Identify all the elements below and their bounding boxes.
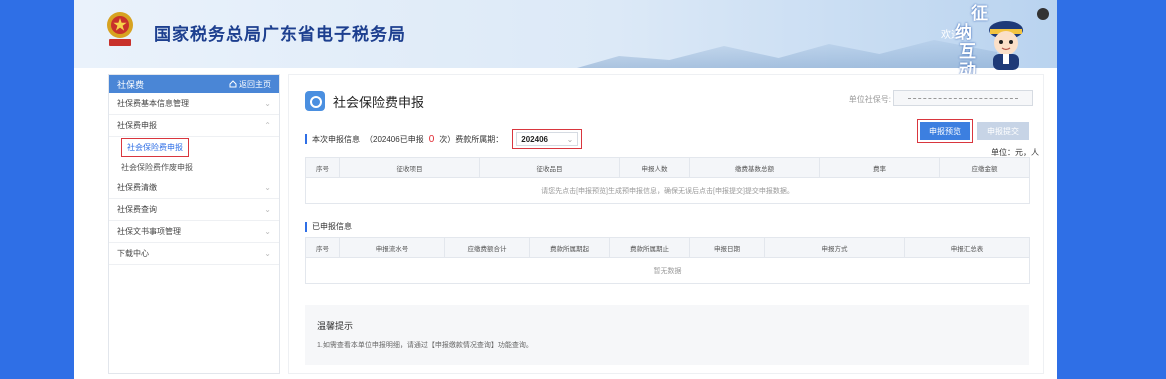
sidebar-subitem-void-declaration[interactable]: 社会保险费作废申报 [109,157,279,177]
column-header: 申报汇总表 [904,237,1030,258]
sidebar-item-declaration[interactable]: 社保费申报 ⌃ [109,115,279,137]
period-select-highlight: 202406 ⌄ [512,129,583,149]
sidebar-item-label: 下载中心 [117,249,149,258]
column-header: 申报人数 [619,157,690,178]
main-content: 社会保险费申报 单位社保号: 申报预览 申报提交 本次申报信息 （202406已… [288,74,1044,374]
tips-panel: 温馨提示 1.如需查看本单位申报明细，请通过【申报缴款情况查询】功能查询。 [305,305,1029,365]
page-header: 社会保险费申报 [305,91,424,111]
summary-prefix: （202406已申报 [365,134,424,144]
tax-officer-mascot-icon[interactable] [981,16,1031,72]
table-row: 暂无数据 [305,257,1030,284]
chevron-down-icon: ⌄ [264,227,271,236]
browser-frame: 国家税务总局广东省电子税务局 欢迎 征 纳 互 动 社保费 返回主页 社保费基本… [74,0,1057,379]
national-emblem-icon [107,12,133,46]
close-icon[interactable] [1037,8,1049,20]
sidebar-subitem-social-insurance-declaration[interactable]: 社会保险费申报 [109,137,279,157]
sidebar-item-payment[interactable]: 社保费清缴 ⌄ [109,177,279,199]
current-declaration-section: 本次申报信息 （202406已申报 0 次）费款所属期： 202406 ⌄ [305,129,583,149]
chevron-down-icon: ⌄ [264,205,271,214]
section-marker [305,221,307,232]
preview-button[interactable]: 申报预览 [920,122,970,140]
sidebar-item-label: 社保费清缴 [117,183,157,192]
page-title: 社会保险费申报 [333,94,425,110]
sidebar-item-label: 社保费申报 [117,121,157,130]
sidebar-item-label: 社保费查询 [117,205,157,214]
empty-message: 暂无数据 [305,257,1030,284]
column-header: 应缴金额 [939,157,1030,178]
empty-message: 请您先点击[申报预览]生成预申报信息，确保无误后点击[申报提交]提交申报数据。 [305,177,1030,204]
column-header: 序号 [305,157,340,178]
preview-button-highlight: 申报预览 [917,119,973,143]
sidebar-item-download[interactable]: 下载中心 ⌄ [109,243,279,265]
period-value: 202406 [521,134,548,144]
declared-info-section: 已申报信息 [305,221,352,232]
summary-suffix: 次）费款所属期： [439,134,504,144]
table-header-row: 序号 申报流水号 应缴费额合计 费款所属期起 费款所属期止 申报日期 申报方式 … [305,237,1030,258]
column-header: 申报日期 [689,237,765,258]
home-link[interactable]: 返回主页 [229,79,271,90]
column-header: 费率 [819,157,940,178]
table-header-row: 序号 征收项目 征收品目 申报人数 缴费基数总额 费率 应缴金额 [305,157,1030,178]
sidebar-title: 社保费 [117,79,145,90]
sidebar-subitem-label: 社会保险费申报 [121,137,189,157]
section-marker [305,134,307,144]
declared-count: 0 [428,133,435,145]
chevron-down-icon: ⌄ [566,134,574,144]
column-header: 缴费基数总额 [689,157,820,178]
chevron-down-icon: ⌄ [264,249,271,258]
sidebar-item-documents[interactable]: 社保文书事项管理 ⌄ [109,221,279,243]
chevron-down-icon: ⌄ [264,99,271,108]
chevron-up-icon: ⌃ [264,121,271,130]
tips-text: 1.如需查看本单位申报明细，请通过【申报缴款情况查询】功能查询。 [317,342,533,349]
sidebar: 社保费 返回主页 社保费基本信息管理 ⌄ 社保费申报 ⌃ 社会保险费申报 社会保… [108,74,280,374]
sidebar-subitem-label: 社会保险费作废申报 [121,162,193,172]
section-title: 本次申报信息 [312,134,360,144]
column-header: 费款所属期起 [529,237,610,258]
column-header: 应缴费额合计 [444,237,530,258]
submit-button[interactable]: 申报提交 [977,122,1029,140]
tips-title: 温馨提示 [317,321,354,331]
column-header: 征收品目 [479,157,620,178]
site-title: 国家税务总局广东省电子税务局 [154,25,406,44]
sidebar-item-label: 社保文书事项管理 [117,227,181,236]
column-header: 申报方式 [764,237,905,258]
sidebar-item-basic-info[interactable]: 社保费基本信息管理 ⌄ [109,93,279,115]
column-header: 征收项目 [339,157,480,178]
declared-info-table: 序号 申报流水号 应缴费额合计 费款所属期起 费款所属期止 申报日期 申报方式 … [305,237,1030,284]
site-header: 国家税务总局广东省电子税务局 欢迎 征 纳 互 动 [74,0,1057,80]
sidebar-item-query[interactable]: 社保费查询 ⌄ [109,199,279,221]
social-insurance-icon [305,91,325,111]
column-header: 费款所属期止 [609,237,690,258]
sidebar-item-label: 社保费基本信息管理 [117,99,189,108]
header-decoration [577,40,997,68]
home-icon [229,80,237,88]
table-row: 请您先点击[申报预览]生成预申报信息，确保无误后点击[申报提交]提交申报数据。 [305,177,1030,204]
column-header: 序号 [305,237,340,258]
sidebar-header: 社保费 返回主页 [109,75,279,93]
home-link-label: 返回主页 [239,79,271,89]
unit-code-label: 单位社保号: [848,95,891,104]
period-select[interactable]: 202406 ⌄ [516,132,579,146]
unit-code-field [893,90,1033,106]
chevron-down-icon: ⌄ [264,183,271,192]
section-title: 已申报信息 [312,222,352,231]
current-declaration-table: 序号 征收项目 征收品目 申报人数 缴费基数总额 费率 应缴金额 请您先点击[申… [305,157,1030,204]
column-header: 申报流水号 [339,237,445,258]
